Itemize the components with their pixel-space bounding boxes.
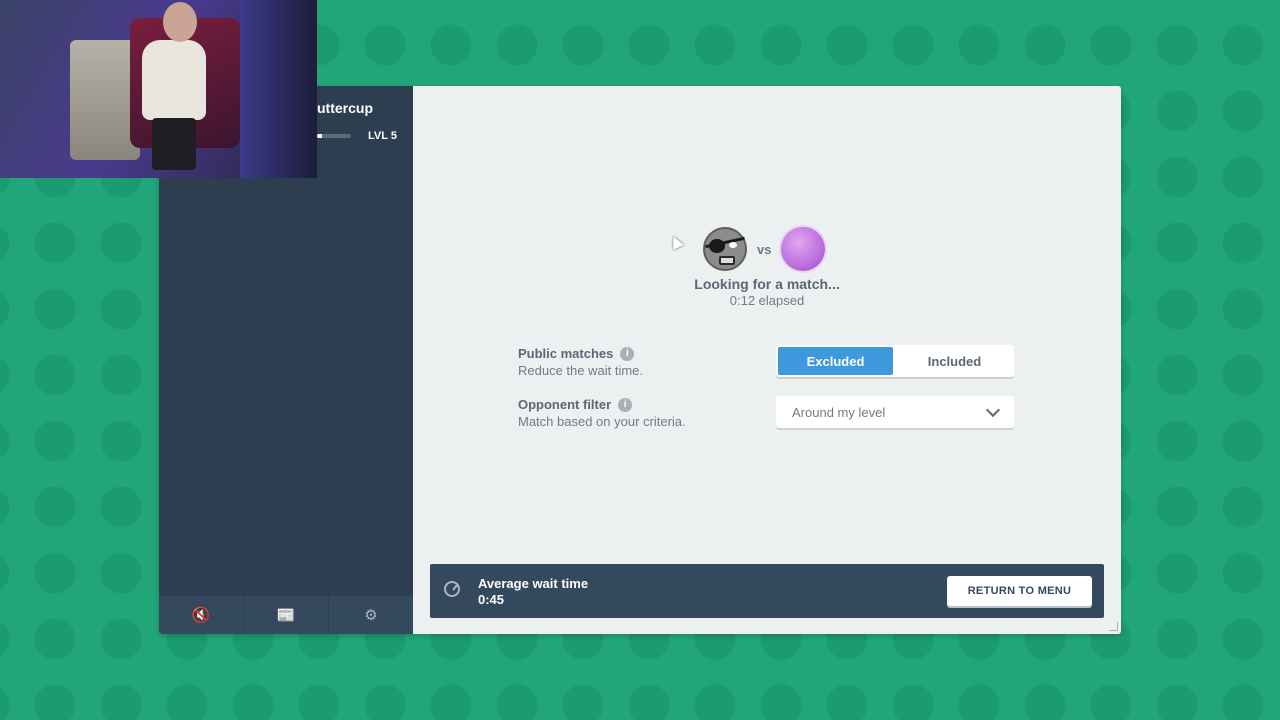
- average-wait-value: 0:45: [478, 592, 505, 607]
- xp-progress-fill: [317, 134, 323, 138]
- level-label: LVL 5: [368, 130, 397, 142]
- info-icon[interactable]: i: [618, 397, 633, 412]
- info-icon[interactable]: i: [620, 346, 635, 361]
- webcam-person-head: [163, 2, 197, 42]
- webcam-background: [240, 0, 317, 178]
- timer-icon: [444, 581, 460, 597]
- opponent-filter-value: Around my level: [792, 404, 886, 420]
- chevron-down-icon: [985, 402, 1001, 418]
- opponent-avatar: [781, 227, 826, 271]
- included-option[interactable]: Included: [897, 347, 1012, 375]
- profile-name: uttercup: [317, 100, 373, 116]
- public-matches-title: Public matches: [518, 346, 614, 361]
- player-avatar: [703, 227, 747, 271]
- mute-button[interactable]: 🔇: [159, 596, 244, 634]
- opponent-filter-label: Opponent filter i: [518, 397, 633, 412]
- matchmaking-panel: vs Looking for a match... 0:12 elapsed P…: [413, 86, 1121, 634]
- resize-grip[interactable]: [1109, 622, 1118, 631]
- return-to-menu-button[interactable]: RETURN TO MENU: [947, 576, 1092, 606]
- matchup: vs: [703, 227, 826, 271]
- settings-button[interactable]: ⚙: [329, 596, 413, 634]
- webcam-person: [142, 40, 206, 120]
- average-wait-title: Average wait time: [478, 576, 589, 591]
- public-matches-toggle: Excluded Included: [776, 345, 1014, 377]
- news-button[interactable]: 📰: [244, 596, 329, 634]
- opponent-filter-desc: Match based on your criteria.: [518, 414, 686, 429]
- webcam-person-legs: [152, 118, 196, 170]
- vs-label: vs: [757, 241, 772, 257]
- public-matches-desc: Reduce the wait time.: [518, 363, 644, 378]
- match-status: Looking for a match...: [694, 276, 840, 292]
- xp-progress-bar: [317, 134, 351, 138]
- excluded-option[interactable]: Excluded: [778, 347, 893, 375]
- elapsed-time: 0:12 elapsed: [729, 293, 805, 308]
- opponent-filter-title: Opponent filter: [518, 397, 612, 412]
- news-icon: 📰: [276, 607, 296, 624]
- opponent-filter-select[interactable]: Around my level: [776, 396, 1014, 428]
- gear-icon: ⚙: [364, 607, 378, 624]
- sidebar-footer: 🔇 📰 ⚙: [159, 596, 413, 634]
- mute-icon: 🔇: [191, 607, 211, 624]
- public-matches-label: Public matches i: [518, 346, 635, 361]
- webcam-overlay: [0, 0, 317, 178]
- avatar-mouth: [719, 256, 735, 265]
- wait-time-bar: Average wait time 0:45 RETURN TO MENU: [430, 564, 1104, 618]
- avatar-eye: [729, 242, 737, 248]
- eyepatch-icon: [709, 239, 725, 253]
